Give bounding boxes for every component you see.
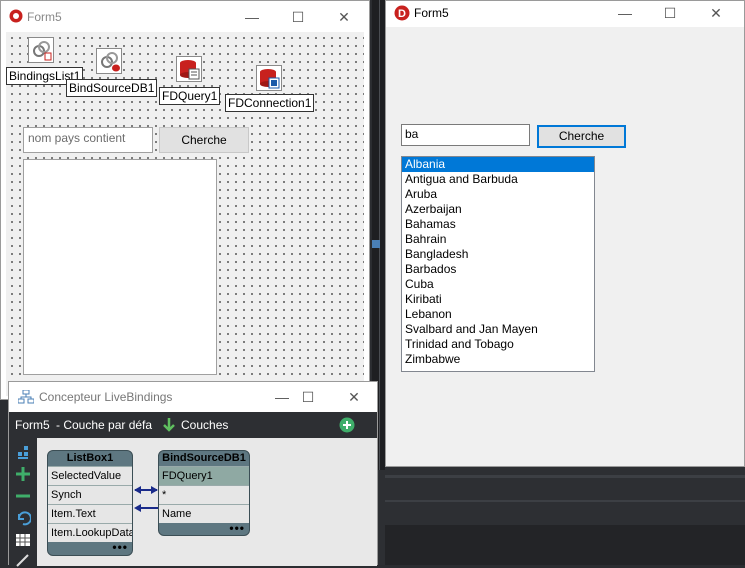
country-list-item[interactable]: Antigua and Barbuda [402,172,594,187]
maximize-icon: ☐ [301,389,315,405]
zoom-in-icon[interactable] [15,466,31,482]
country-list-item[interactable]: Cuba [402,277,594,292]
bindsource-field-star[interactable]: * [159,485,249,504]
bindsource-component-icon[interactable] [96,48,122,74]
close-button[interactable]: ✕ [331,385,377,409]
fdquery-label: FDQuery1 [159,87,221,105]
bindsource-node-subtitle: FDQuery1 [159,466,249,485]
country-list-item[interactable]: Bangladesh [402,247,594,262]
minimize-button[interactable]: — [229,5,275,29]
itemtext-name-link[interactable] [134,504,158,512]
designer-form-window: Form5 — ☐ ✕ BindingsList1 BindSourceDB1 [0,0,370,400]
maximize-icon: ☐ [663,5,677,21]
designer-titlebar[interactable]: Form5 — ☐ ✕ [1,1,369,32]
country-list-item[interactable]: Svalbard and Jan Mayen [402,322,594,337]
zoom-out-icon[interactable] [15,488,31,504]
maximize-button[interactable]: ☐ [275,5,321,29]
runtime-form-window: D Form5 — ☐ ✕ ba Cherche Albania Antigua … [385,0,745,467]
listbox-node-title: ListBox1 [66,452,114,464]
listbox-field-selectedvalue[interactable]: SelectedValue [48,466,132,485]
countries-listbox-design[interactable] [23,159,217,375]
livebindings-titlebar[interactable]: Concepteur LiveBindings — ☐ ✕ [9,382,377,412]
ide-status-area [385,525,745,565]
country-list-item[interactable]: Lebanon [402,307,594,322]
country-list-item[interactable]: Bahrain [402,232,594,247]
close-icon: ✕ [348,389,360,405]
chain-link-db-icon [101,52,120,72]
delphi-app-icon [9,9,23,23]
grid-icon[interactable] [15,532,31,548]
delphi-app-icon: D [394,5,410,21]
country-list-item[interactable]: Barbados [402,262,594,277]
listbox-field-synch[interactable]: Synch [48,485,132,504]
country-list-item[interactable]: Bahamas [402,217,594,232]
minimize-button[interactable]: — [602,1,648,25]
minimize-icon: — [618,5,632,21]
ide-splitter-line [379,0,380,470]
country-list-item[interactable]: Azerbaijan [402,202,594,217]
form-selector[interactable]: Form5 [15,418,50,432]
country-list-item[interactable]: Aruba [402,187,594,202]
add-circle-icon[interactable] [339,417,355,433]
ide-divider-line [385,500,745,502]
chain-link-icon [33,41,52,61]
splitter-handle[interactable] [372,240,380,248]
close-button[interactable]: ✕ [693,1,739,25]
maximize-button[interactable]: ☐ [647,1,693,25]
layer-selector[interactable]: - Couche par défa [56,418,152,432]
runtime-titlebar[interactable]: D Form5 — ☐ ✕ [386,1,744,27]
livebindings-title: Concepteur LiveBindings [39,390,173,404]
ide-divider-line [385,475,745,478]
search-button-design[interactable]: Cherche [159,127,249,153]
country-list-item[interactable]: Trinidad and Tobago [402,337,594,352]
livebindings-sidebar [9,438,37,568]
minimize-icon: — [245,9,259,25]
layers-button[interactable]: Couches [181,418,228,432]
more-icon[interactable]: ••• [159,522,249,535]
edit-icon[interactable] [15,552,31,568]
listbox-node[interactable]: ListBox1 SelectedValue Synch Item.Text I… [47,450,133,556]
database-query-icon [180,60,200,80]
designer-title: Form5 [27,10,62,24]
country-list-item[interactable]: Kiribati [402,292,594,307]
maximize-icon: ☐ [291,9,305,25]
search-button[interactable]: Cherche [537,125,626,148]
fdquery-component-icon[interactable] [176,56,202,82]
country-list-item[interactable]: Albania [402,157,594,172]
binding-links [134,486,158,512]
runtime-title: Form5 [414,6,449,20]
fdconnection-label: FDConnection1 [225,94,315,112]
svg-text:D: D [398,8,406,20]
bindsource-node[interactable]: BindSourceDB1 FDQuery1 * Name ••• [158,450,250,536]
maximize-button[interactable]: ☐ [285,385,331,409]
bindsource-node-title: BindSourceDB1 [162,452,246,464]
arrow-down-icon[interactable] [162,417,176,433]
hierarchy-icon [18,390,34,404]
undo-icon[interactable] [15,510,31,526]
livebindings-designer-window: Concepteur LiveBindings — ☐ ✕ Form5 - Co… [8,381,378,568]
close-button[interactable]: ✕ [321,5,367,29]
search-edit-design[interactable]: nom pays contient [23,127,153,153]
country-list-item[interactable]: Zimbabwe [402,352,594,367]
form-design-surface[interactable]: BindingsList1 BindSourceDB1 FDQuery1 FDC… [6,32,364,396]
more-icon[interactable]: ••• [48,541,132,555]
database-connection-icon [260,69,280,89]
bindings-diagram[interactable]: ListBox1 SelectedValue Synch Item.Text I… [37,438,377,566]
synch-link[interactable] [134,486,158,494]
countries-listbox[interactable]: Albania Antigua and Barbuda Aruba Azerbaija… [401,156,595,372]
close-icon: ✕ [710,5,722,21]
search-input[interactable]: ba [401,124,530,146]
bindsource-label: BindSourceDB1 [66,79,158,97]
bindingslist-component-icon[interactable] [28,37,54,63]
livebindings-toolbar: Form5 - Couche par défa Couches [9,412,377,438]
layout-icon[interactable] [15,444,31,460]
fdconnection-component-icon[interactable] [256,65,282,91]
listbox-field-itemtext[interactable]: Item.Text [48,504,132,523]
close-icon: ✕ [338,9,350,25]
